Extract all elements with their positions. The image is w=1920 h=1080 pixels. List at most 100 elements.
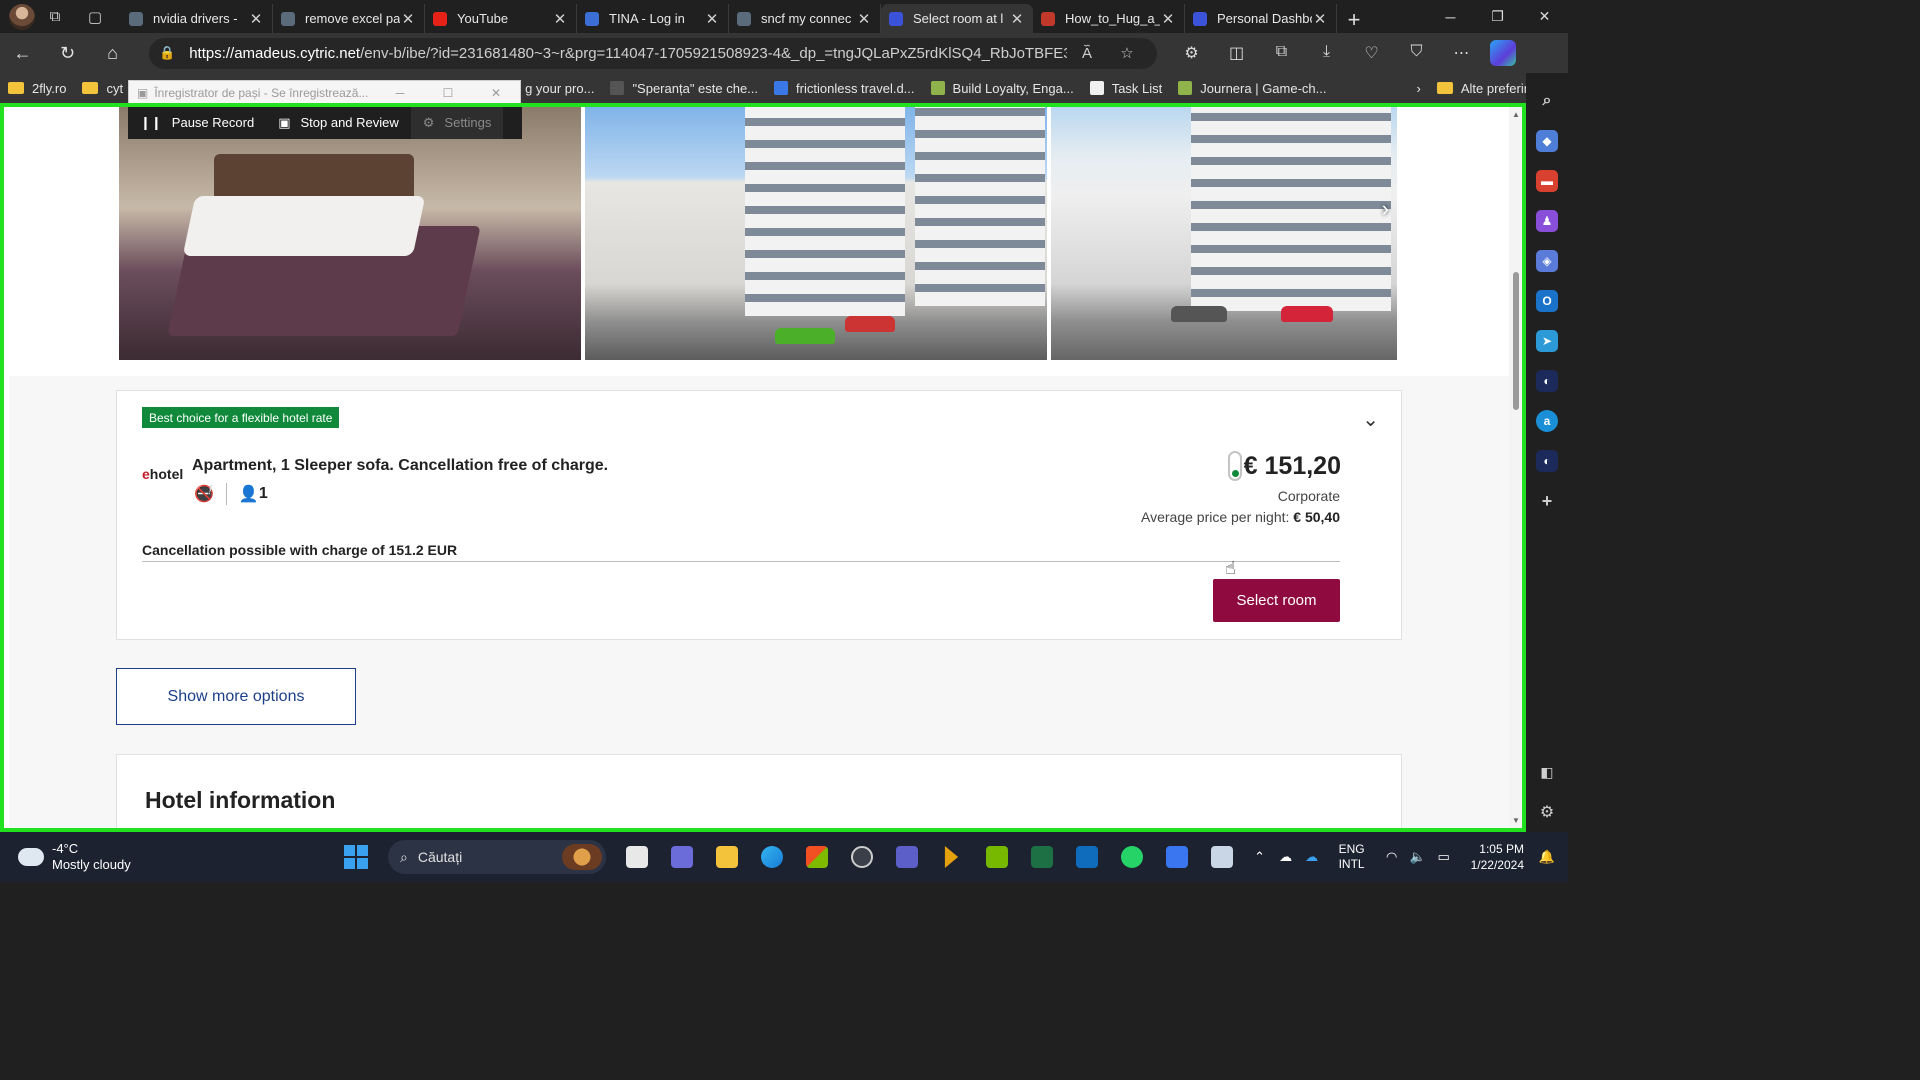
restore-icon[interactable]: ❐ bbox=[1474, 0, 1521, 33]
favorite-link[interactable]: Journera | Game-ch... bbox=[1170, 81, 1334, 96]
store-icon[interactable] bbox=[794, 837, 839, 877]
favorite-folder[interactable]: 2fly.ro bbox=[0, 81, 74, 96]
minimize-icon[interactable]: ─ bbox=[1427, 0, 1474, 33]
home-icon[interactable]: ⌂ bbox=[90, 35, 135, 71]
pause-record-button[interactable]: ❙❙ Pause Record bbox=[128, 106, 266, 139]
outlook-icon[interactable] bbox=[1064, 837, 1109, 877]
onedrive-icon[interactable]: ☁ bbox=[1299, 849, 1325, 865]
search-icon[interactable]: ⌕ bbox=[1536, 90, 1558, 112]
excel-icon[interactable] bbox=[1019, 837, 1064, 877]
task-view-icon[interactable] bbox=[614, 837, 659, 877]
games-icon[interactable]: ♟ bbox=[1536, 210, 1558, 232]
wifi-icon[interactable]: ◠ bbox=[1379, 849, 1405, 865]
performance-icon[interactable]: ♡ bbox=[1349, 43, 1394, 63]
input-language[interactable]: ENG INTL bbox=[1339, 842, 1365, 872]
hotel-street-photo[interactable]: › bbox=[1051, 106, 1397, 360]
copilot-icon[interactable] bbox=[1490, 40, 1516, 66]
back-icon[interactable]: ← bbox=[0, 35, 45, 71]
favorite-link[interactable]: Task List bbox=[1082, 81, 1171, 96]
close-window-icon[interactable]: ✕ bbox=[1521, 0, 1568, 33]
select-room-button[interactable]: Select room bbox=[1213, 579, 1340, 622]
workspaces-icon[interactable]: ⧉ bbox=[35, 0, 75, 33]
office-icon[interactable]: ◈ bbox=[1536, 250, 1558, 272]
notification-bell-icon[interactable]: 🔔 bbox=[1534, 849, 1560, 865]
taskbar-search[interactable]: ⌕ Căutați bbox=[388, 840, 606, 874]
favorite-link[interactable]: Build Loyalty, Enga... bbox=[923, 81, 1082, 96]
stop-and-review-button[interactable]: ▣ Stop and Review bbox=[266, 106, 411, 139]
address-bar[interactable]: 🔒 https://amadeus.cytric.net/env-b/ibe/?… bbox=[149, 37, 1157, 69]
tag-icon[interactable]: ◆ bbox=[1536, 130, 1558, 152]
favorite-link[interactable]: "Speranța" este che... bbox=[602, 81, 766, 96]
chevron-down-icon[interactable]: ⌄ bbox=[1362, 407, 1379, 432]
amazon-icon[interactable]: a bbox=[1536, 410, 1558, 432]
windows-start-icon[interactable] bbox=[344, 845, 368, 869]
read-aloud-icon[interactable]: A᷈ bbox=[1067, 45, 1107, 62]
close-tab-icon[interactable]: ✕ bbox=[248, 10, 264, 28]
tab[interactable]: Personal Dashbo ✕ bbox=[1185, 4, 1337, 33]
close-icon[interactable]: ✕ bbox=[472, 86, 520, 100]
tab[interactable]: How_to_Hug_a_ ✕ bbox=[1033, 4, 1185, 33]
hotel-room-photo[interactable] bbox=[119, 106, 581, 360]
app-window-icon[interactable] bbox=[1199, 837, 1244, 877]
scrollbar-thumb[interactable] bbox=[1513, 272, 1519, 410]
tab[interactable]: TINA - Log in ✕ bbox=[577, 4, 729, 33]
refresh-icon[interactable]: ↻ bbox=[45, 35, 90, 71]
tab-actions-icon[interactable]: ▢ bbox=[75, 0, 115, 33]
collections-icon[interactable]: ⧉ bbox=[1259, 43, 1304, 63]
tab-active[interactable]: Select room at l ✕ bbox=[881, 4, 1033, 33]
hotel-building-photo[interactable] bbox=[585, 106, 1047, 360]
volume-icon[interactable]: 🔈 bbox=[1405, 849, 1431, 865]
favorites-overflow-icon[interactable]: › bbox=[1409, 81, 1429, 96]
hotel-photo-gallery[interactable]: › bbox=[119, 106, 1399, 360]
tab[interactable]: YouTube ✕ bbox=[425, 4, 577, 33]
lock-icon[interactable]: 🔒 bbox=[159, 45, 175, 61]
chevron-right-icon[interactable]: › bbox=[1382, 196, 1389, 222]
tab[interactable]: nvidia drivers - ✕ bbox=[121, 4, 273, 33]
outlook-icon[interactable]: O bbox=[1536, 290, 1558, 312]
hide-sidebar-icon[interactable]: ◧ bbox=[1536, 761, 1558, 783]
close-tab-icon[interactable]: ✕ bbox=[1160, 10, 1176, 28]
url-text[interactable]: https://amadeus.cytric.net/env-b/ibe/?id… bbox=[189, 45, 1067, 62]
favorite-star-icon[interactable]: ☆ bbox=[1107, 44, 1147, 62]
chevron-up-icon[interactable]: ⌃ bbox=[1247, 849, 1273, 865]
favorite-folder[interactable]: cyt bbox=[74, 81, 131, 96]
scroll-down-icon[interactable]: ▼ bbox=[1512, 816, 1520, 825]
close-tab-icon[interactable]: ✕ bbox=[856, 10, 872, 28]
teams-icon[interactable] bbox=[884, 837, 929, 877]
browser-essentials-icon[interactable]: ⛉ bbox=[1394, 43, 1439, 63]
downloads-icon[interactable]: ⤓ bbox=[1304, 43, 1349, 63]
recorder-settings-button[interactable]: ⚙ Settings bbox=[410, 106, 504, 139]
close-tab-icon[interactable]: ✕ bbox=[704, 10, 720, 28]
favorite-link[interactable]: frictionless travel.d... bbox=[766, 81, 923, 96]
app-icon[interactable]: ◐ bbox=[1536, 370, 1558, 392]
file-explorer-icon[interactable] bbox=[704, 837, 749, 877]
tab[interactable]: sncf my connec ✕ bbox=[729, 4, 881, 33]
minimize-icon[interactable]: ─ bbox=[376, 86, 424, 100]
close-tab-icon[interactable]: ✕ bbox=[552, 10, 568, 28]
onedrive-offline-icon[interactable]: ☁ bbox=[1273, 849, 1299, 865]
toolbox-icon[interactable]: ▬ bbox=[1536, 170, 1558, 192]
battery-icon[interactable]: ▭ bbox=[1431, 849, 1457, 865]
new-tab-icon[interactable]: + bbox=[1337, 7, 1371, 33]
add-icon[interactable]: + bbox=[1536, 490, 1558, 512]
page-scrollbar[interactable]: ▲ ▼ bbox=[1509, 106, 1523, 829]
close-tab-icon[interactable]: ✕ bbox=[1312, 10, 1328, 28]
meet-icon[interactable] bbox=[659, 837, 704, 877]
plex-icon[interactable] bbox=[929, 837, 974, 877]
clock[interactable]: 1:05 PM 1/22/2024 bbox=[1471, 841, 1524, 873]
edge-icon[interactable] bbox=[749, 837, 794, 877]
gear-icon[interactable]: ⚙ bbox=[1536, 801, 1558, 823]
dell-icon[interactable] bbox=[839, 837, 884, 877]
close-tab-icon[interactable]: ✕ bbox=[400, 10, 416, 28]
app-icon[interactable]: ◐ bbox=[1536, 450, 1558, 472]
split-screen-icon[interactable]: ◫ bbox=[1214, 43, 1259, 63]
signal-icon[interactable] bbox=[1154, 837, 1199, 877]
send-icon[interactable]: ➤ bbox=[1536, 330, 1558, 352]
more-menu-icon[interactable]: ⋯ bbox=[1439, 43, 1484, 63]
profile-avatar[interactable] bbox=[9, 3, 35, 30]
nvidia-icon[interactable] bbox=[974, 837, 1019, 877]
whatsapp-icon[interactable] bbox=[1109, 837, 1154, 877]
weather-widget[interactable]: -4°C Mostly cloudy bbox=[14, 841, 318, 873]
maximize-icon[interactable]: ☐ bbox=[424, 86, 472, 100]
show-more-options-button[interactable]: Show more options bbox=[116, 668, 356, 725]
